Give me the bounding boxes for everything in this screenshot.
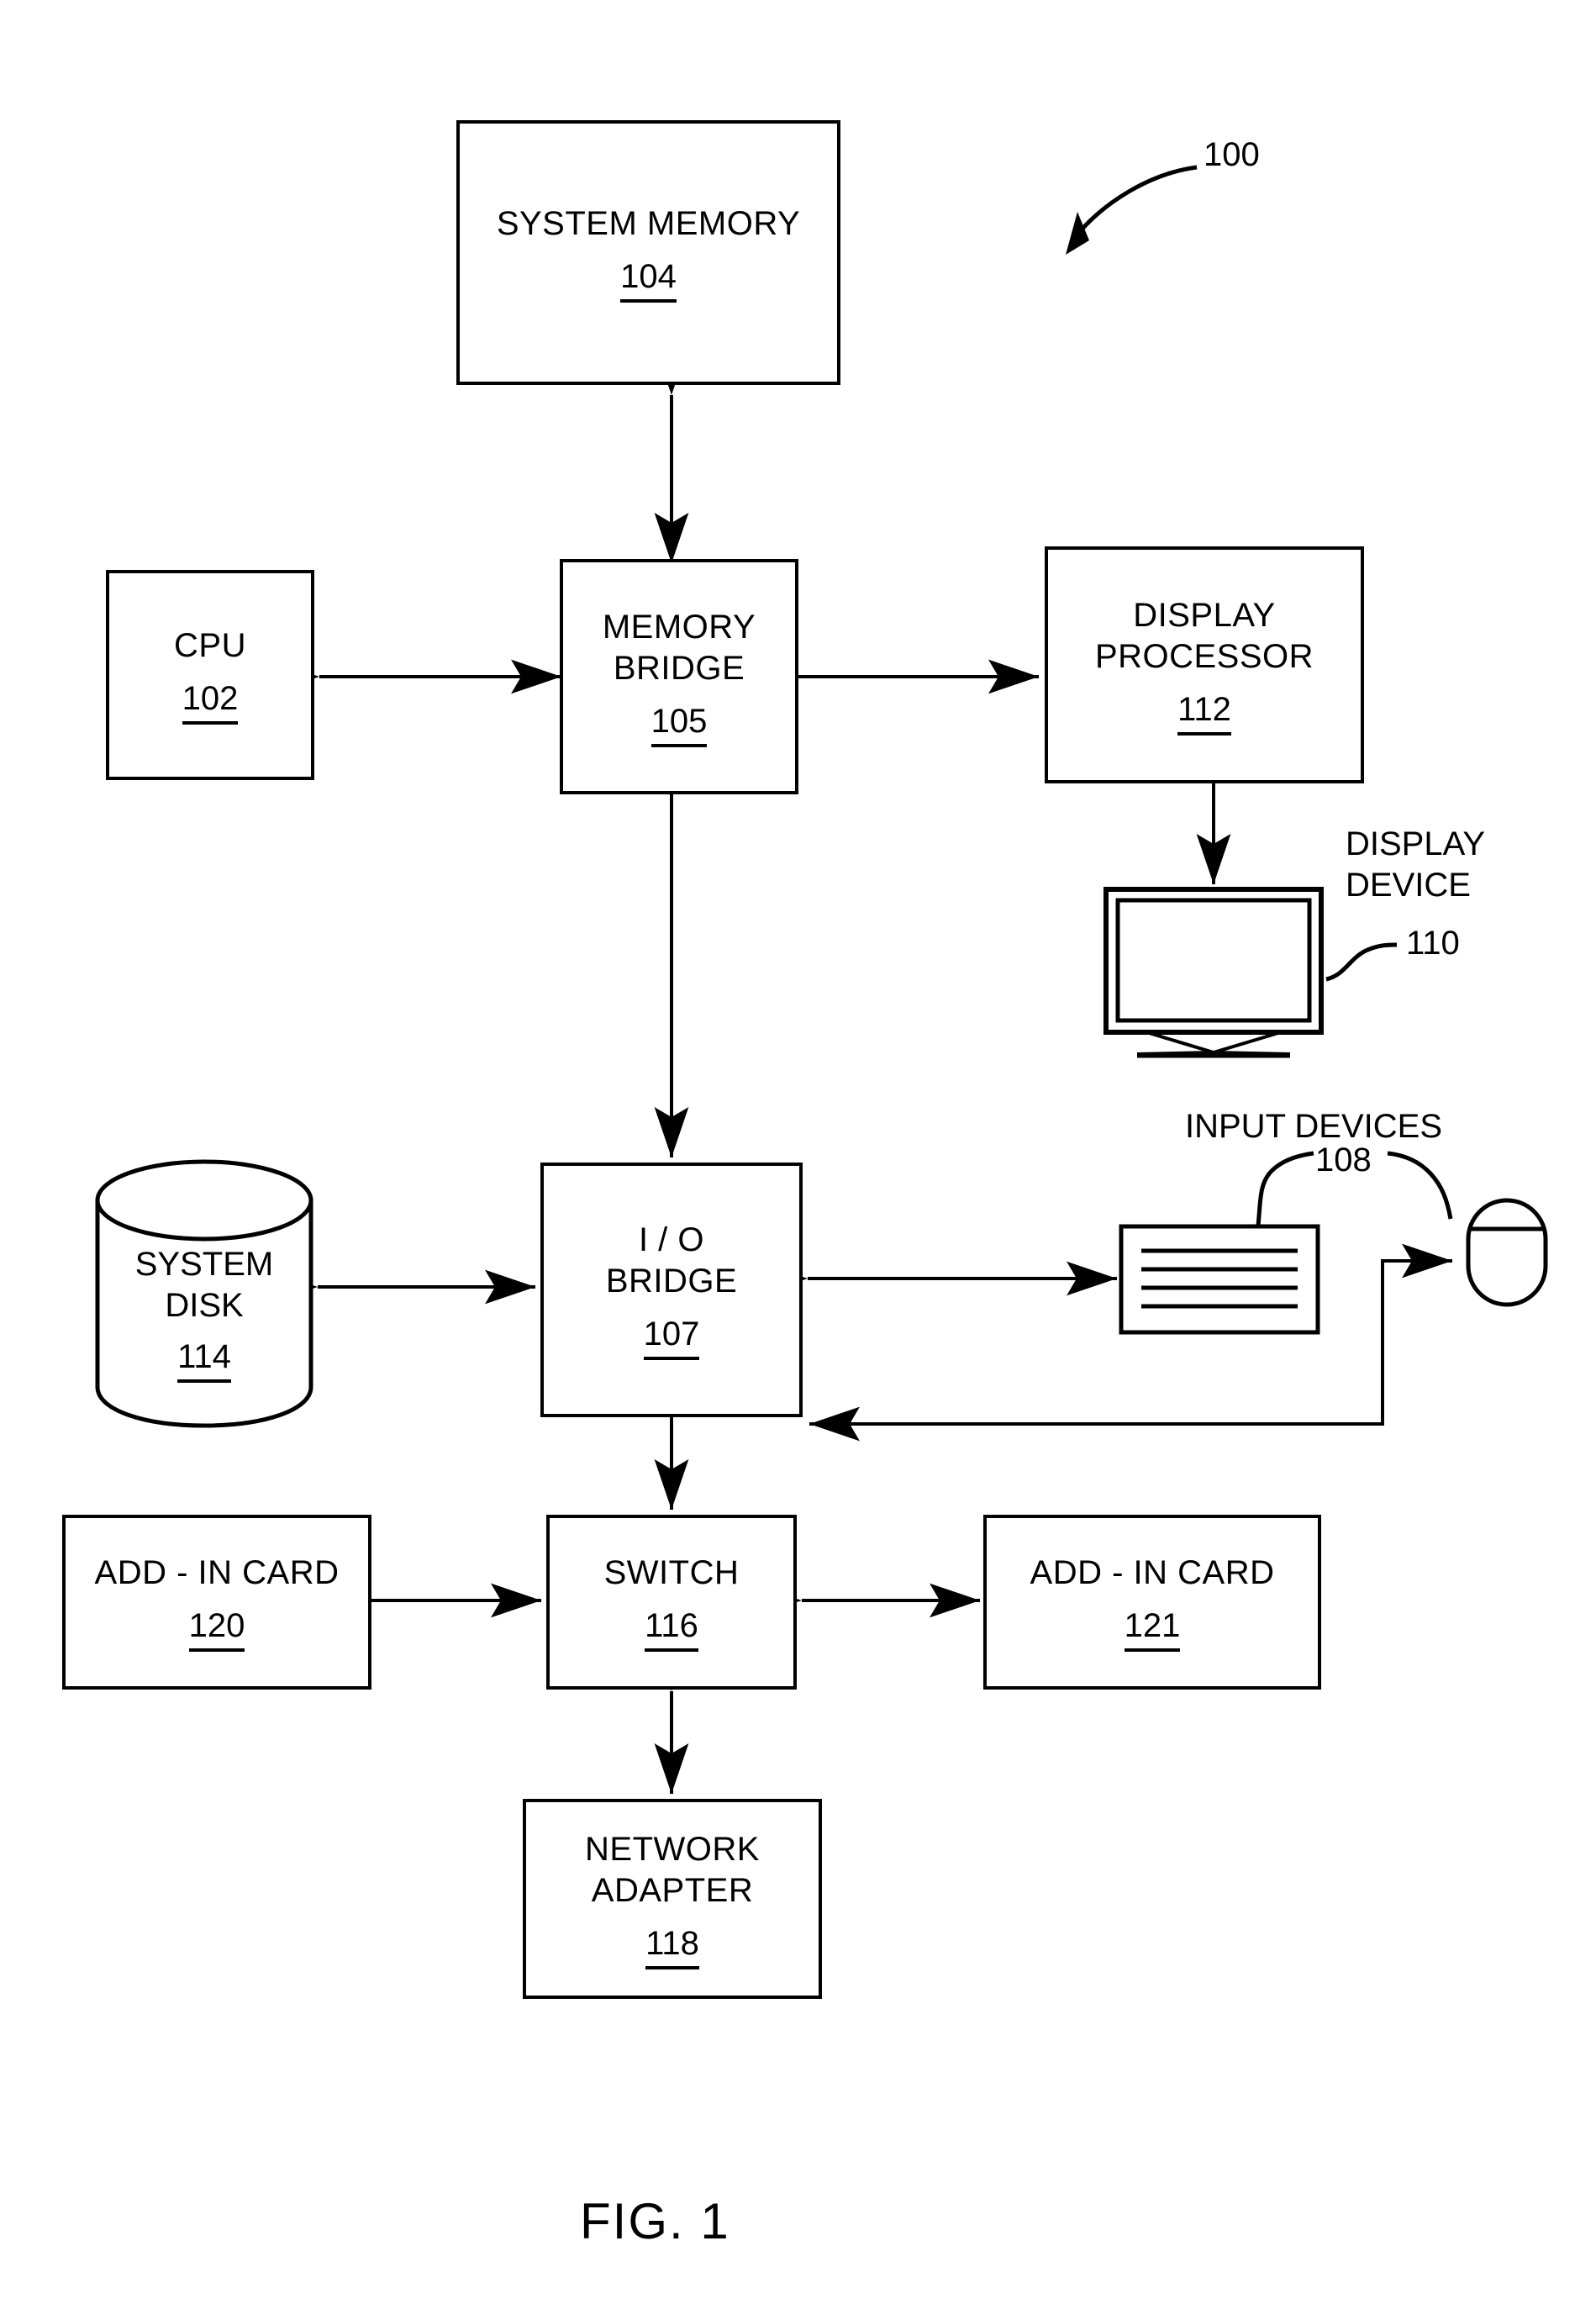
network-adapter-title: NETWORK ADAPTER	[585, 1830, 760, 1909]
node-network-adapter[interactable]: NETWORK ADAPTER 118	[523, 1799, 822, 1999]
input-devices-label: INPUT DEVICES	[1185, 1108, 1442, 1145]
system-ref-label: 100	[1204, 136, 1260, 173]
system-disk-title: SYSTEM DISK	[134, 1245, 274, 1324]
add-in-card-left-ref: 120	[188, 1606, 245, 1652]
node-io-bridge[interactable]: I / O BRIDGE 107	[540, 1163, 803, 1417]
network-adapter-ref: 118	[645, 1923, 699, 1969]
node-memory-bridge[interactable]: MEMORY BRIDGE 105	[560, 559, 798, 794]
switch-ref: 116	[645, 1606, 698, 1652]
node-system-memory[interactable]: SYSTEM MEMORY 104	[456, 120, 840, 385]
node-display-processor[interactable]: DISPLAY PROCESSOR 112	[1045, 546, 1364, 783]
node-cpu[interactable]: CPU 102	[106, 570, 314, 780]
io-bridge-title: I / O BRIDGE	[605, 1221, 738, 1300]
node-system-disk[interactable]: SYSTEM DISK 114	[97, 1200, 311, 1426]
display-processor-ref: 112	[1177, 689, 1231, 736]
system-memory-ref: 104	[620, 256, 677, 303]
keyboard-icon	[1119, 1224, 1320, 1335]
node-add-in-card-right[interactable]: ADD - IN CARD 121	[983, 1515, 1321, 1690]
display-device-ref: 110	[1406, 925, 1460, 962]
display-device-label: DISPLAY DEVICE	[1346, 825, 1485, 904]
input-devices-ref: 108	[1315, 1142, 1372, 1178]
add-in-card-right-title: ADD - IN CARD	[1030, 1554, 1275, 1591]
display-device-leader-icon	[1325, 942, 1398, 982]
display-device-icon	[1104, 887, 1324, 1058]
cpu-title: CPU	[174, 627, 246, 664]
system-disk-label: SYSTEM DISK 114	[97, 1200, 311, 1426]
system-disk-ref: 114	[177, 1337, 231, 1383]
switch-title: SWITCH	[603, 1554, 740, 1591]
memory-bridge-ref: 105	[651, 701, 708, 747]
system-ref-leader-icon	[1066, 165, 1198, 255]
display-processor-title: DISPLAY PROCESSOR	[1094, 596, 1314, 675]
memory-bridge-title: MEMORY BRIDGE	[602, 608, 756, 687]
add-in-card-right-ref: 121	[1124, 1606, 1181, 1652]
figure-canvas: SYSTEM MEMORY 104 CPU 102 MEMORY BRIDGE …	[0, 0, 1596, 2320]
mouse-icon	[1466, 1198, 1548, 1307]
system-memory-title: SYSTEM MEMORY	[496, 204, 801, 242]
node-add-in-card-left[interactable]: ADD - IN CARD 120	[62, 1515, 371, 1690]
add-in-card-left-title: ADD - IN CARD	[94, 1554, 340, 1591]
cpu-ref: 102	[182, 678, 239, 725]
figure-caption: FIG. 1	[580, 2193, 730, 2249]
io-bridge-ref: 107	[643, 1314, 700, 1360]
node-switch[interactable]: SWITCH 116	[546, 1515, 797, 1690]
